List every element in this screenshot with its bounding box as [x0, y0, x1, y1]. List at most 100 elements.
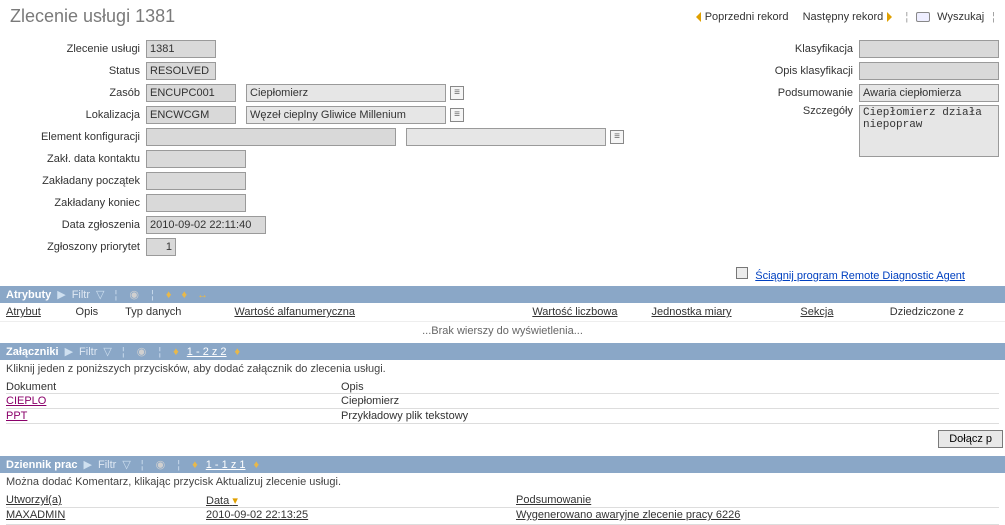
dz-filter-toggle-icon[interactable]: ▶: [84, 458, 92, 471]
dziennik-title: Dziennik prac: [6, 459, 78, 471]
sr-label: Zlecenie usługi: [6, 43, 146, 55]
ci-input[interactable]: [146, 128, 396, 146]
dziennik-pager[interactable]: 1 - 1 z 1: [206, 459, 246, 471]
location-label: Lokalizacja: [6, 109, 146, 121]
summary-label: Podsumowanie: [749, 87, 859, 99]
dz-by[interactable]: MAXADMIN: [6, 509, 206, 521]
summary-input[interactable]: [859, 84, 999, 102]
col-uom[interactable]: Jednostka miary: [651, 306, 800, 318]
zal-opis: Przykładowy plik tekstowy: [341, 410, 468, 422]
planned-start-input[interactable]: [146, 172, 246, 190]
sort-desc-icon: ▾: [232, 495, 238, 507]
filter-toggle-icon[interactable]: ▶: [57, 288, 65, 301]
zal-doc-link[interactable]: CIEPLO: [6, 395, 46, 407]
ci-label: Element konfiguracji: [6, 131, 146, 143]
ci-desc-input[interactable]: [406, 128, 606, 146]
reported-date-input[interactable]: [146, 216, 266, 234]
planned-end-input[interactable]: [146, 194, 246, 212]
attach-button[interactable]: Dołącz p: [938, 430, 1003, 448]
dziennik-filter-label[interactable]: Filtr: [98, 459, 116, 471]
asset-label: Zasób: [6, 87, 146, 99]
asset-input[interactable]: [146, 84, 236, 102]
dziennik-helptext: Można dodać Komentarz, klikając przycisk…: [0, 473, 1005, 491]
classification-label: Klasyfikacja: [749, 43, 859, 55]
next-record-link[interactable]: Następny rekord: [803, 11, 884, 23]
zalaczniki-section-bar: Załączniki ▶ Filtr ▽ ¦ ◉ ¦ ♦ 1 - 2 z 2 ♦: [0, 343, 1005, 360]
details-label: Szczegóły: [749, 105, 859, 117]
status-input[interactable]: [146, 62, 216, 80]
reported-date-label: Data zgłoszenia: [6, 219, 146, 231]
zalaczniki-filter-label[interactable]: Filtr: [79, 346, 97, 358]
col-opis[interactable]: Opis: [76, 306, 126, 318]
col-inherit[interactable]: Dziedziczone z: [890, 306, 999, 318]
filter-icon[interactable]: ▽: [96, 288, 104, 301]
classification-input[interactable]: [859, 40, 999, 58]
ci-detail-icon[interactable]: ≡: [610, 130, 624, 144]
zal-filter-icon[interactable]: ▽: [103, 345, 111, 358]
contact-date-input[interactable]: [146, 150, 246, 168]
dz-sum[interactable]: Wygenerowano awaryjne zlecenie pracy 622…: [516, 509, 740, 521]
sr-input[interactable]: [146, 40, 216, 58]
class-desc-label: Opis klasyfikacji: [749, 65, 859, 77]
planned-start-label: Zakładany początek: [6, 175, 146, 187]
zal-opis: Ciepłomierz: [341, 395, 399, 407]
zalaczniki-pager[interactable]: 1 - 2 z 2: [187, 346, 227, 358]
dziennik-section-bar: Dziennik prac ▶ Filtr ▽ ¦ ◉ ¦ ♦ 1 - 1 z …: [0, 456, 1005, 473]
location-detail-icon[interactable]: ≡: [450, 108, 464, 122]
rdas-link[interactable]: Ściągnij program Remote Diagnostic Agent: [755, 270, 965, 282]
separator: ¦: [905, 11, 908, 23]
atrybuty-filter-label[interactable]: Filtr: [72, 289, 90, 301]
search-link[interactable]: Wyszukaj: [937, 11, 984, 23]
dz-col-by[interactable]: Utworzył(a): [6, 494, 206, 507]
zalaczniki-helptext: Kliknij jeden z poniższych przycisków, a…: [0, 360, 1005, 378]
zal-row: CIEPLO Ciepłomierz: [0, 394, 1005, 408]
dz-prev-icon[interactable]: ♦: [190, 459, 200, 471]
col-alpha[interactable]: Wartość alfanumeryczna: [234, 306, 532, 318]
zal-doc-link[interactable]: PPT: [6, 410, 27, 422]
atrybuty-title: Atrybuty: [6, 289, 51, 301]
contact-date-label: Zakł. data kontaktu: [6, 153, 146, 165]
dz-filter-icon[interactable]: ▽: [122, 458, 130, 471]
zal-filter-toggle-icon[interactable]: ▶: [65, 345, 73, 358]
col-sekcja[interactable]: Sekcja: [800, 306, 889, 318]
col-num[interactable]: Wartość liczbowa: [532, 306, 651, 318]
zal-row: PPT Przykładowy plik tekstowy: [0, 409, 1005, 423]
location-desc-input[interactable]: [246, 106, 446, 124]
search-icon[interactable]: [916, 12, 930, 22]
atrybuty-norows: ...Brak wierszy do wyświetlenia...: [0, 322, 1005, 343]
class-desc-input[interactable]: [859, 62, 999, 80]
dz-col-date[interactable]: Data ▾: [206, 494, 516, 507]
last-page-icon[interactable]: ↔: [195, 289, 210, 301]
page-title: Zlecenie usługi 1381: [10, 6, 175, 27]
dz-date[interactable]: 2010-09-02 22:13:25: [206, 509, 516, 521]
next-record-icon[interactable]: [887, 12, 897, 22]
prev-page-icon[interactable]: ♦: [164, 289, 174, 301]
next-page-icon[interactable]: ♦: [179, 289, 189, 301]
asset-detail-icon[interactable]: ≡: [450, 86, 464, 100]
separator-2: ¦: [992, 11, 995, 23]
col-atrybut[interactable]: Atrybut: [6, 306, 76, 318]
status-label: Status: [6, 65, 146, 77]
zal-first-icon[interactable]: ◉: [135, 345, 149, 358]
dz-first-icon[interactable]: ◉: [154, 458, 168, 471]
priority-input[interactable]: [146, 238, 176, 256]
zal-opis-header[interactable]: Opis: [341, 381, 364, 393]
dz-col-sum[interactable]: Podsumowanie: [516, 494, 591, 507]
prev-record-link[interactable]: Poprzedni rekord: [705, 11, 789, 23]
dz-row: MAXADMIN 2010-09-02 22:13:25 Wygenerowan…: [0, 508, 1005, 524]
col-typ[interactable]: Typ danych: [125, 306, 234, 318]
zal-next-icon[interactable]: ♦: [233, 346, 243, 358]
prev-record-icon[interactable]: [691, 12, 701, 22]
dz-next-icon[interactable]: ♦: [252, 459, 262, 471]
location-input[interactable]: [146, 106, 236, 124]
zalaczniki-title: Załączniki: [6, 346, 59, 358]
asset-desc-input[interactable]: [246, 84, 446, 102]
rdas-icon: [736, 267, 748, 279]
zal-doc-header[interactable]: Dokument: [6, 381, 341, 393]
atrybuty-section-bar: Atrybuty ▶ Filtr ▽ ¦ ◉ ¦ ♦ ♦ ↔: [0, 286, 1005, 303]
planned-end-label: Zakładany koniec: [6, 197, 146, 209]
first-page-icon[interactable]: ◉: [127, 288, 141, 301]
priority-label: Zgłoszony priorytet: [6, 241, 146, 253]
zal-prev-icon[interactable]: ♦: [171, 346, 181, 358]
details-input[interactable]: [859, 105, 999, 157]
